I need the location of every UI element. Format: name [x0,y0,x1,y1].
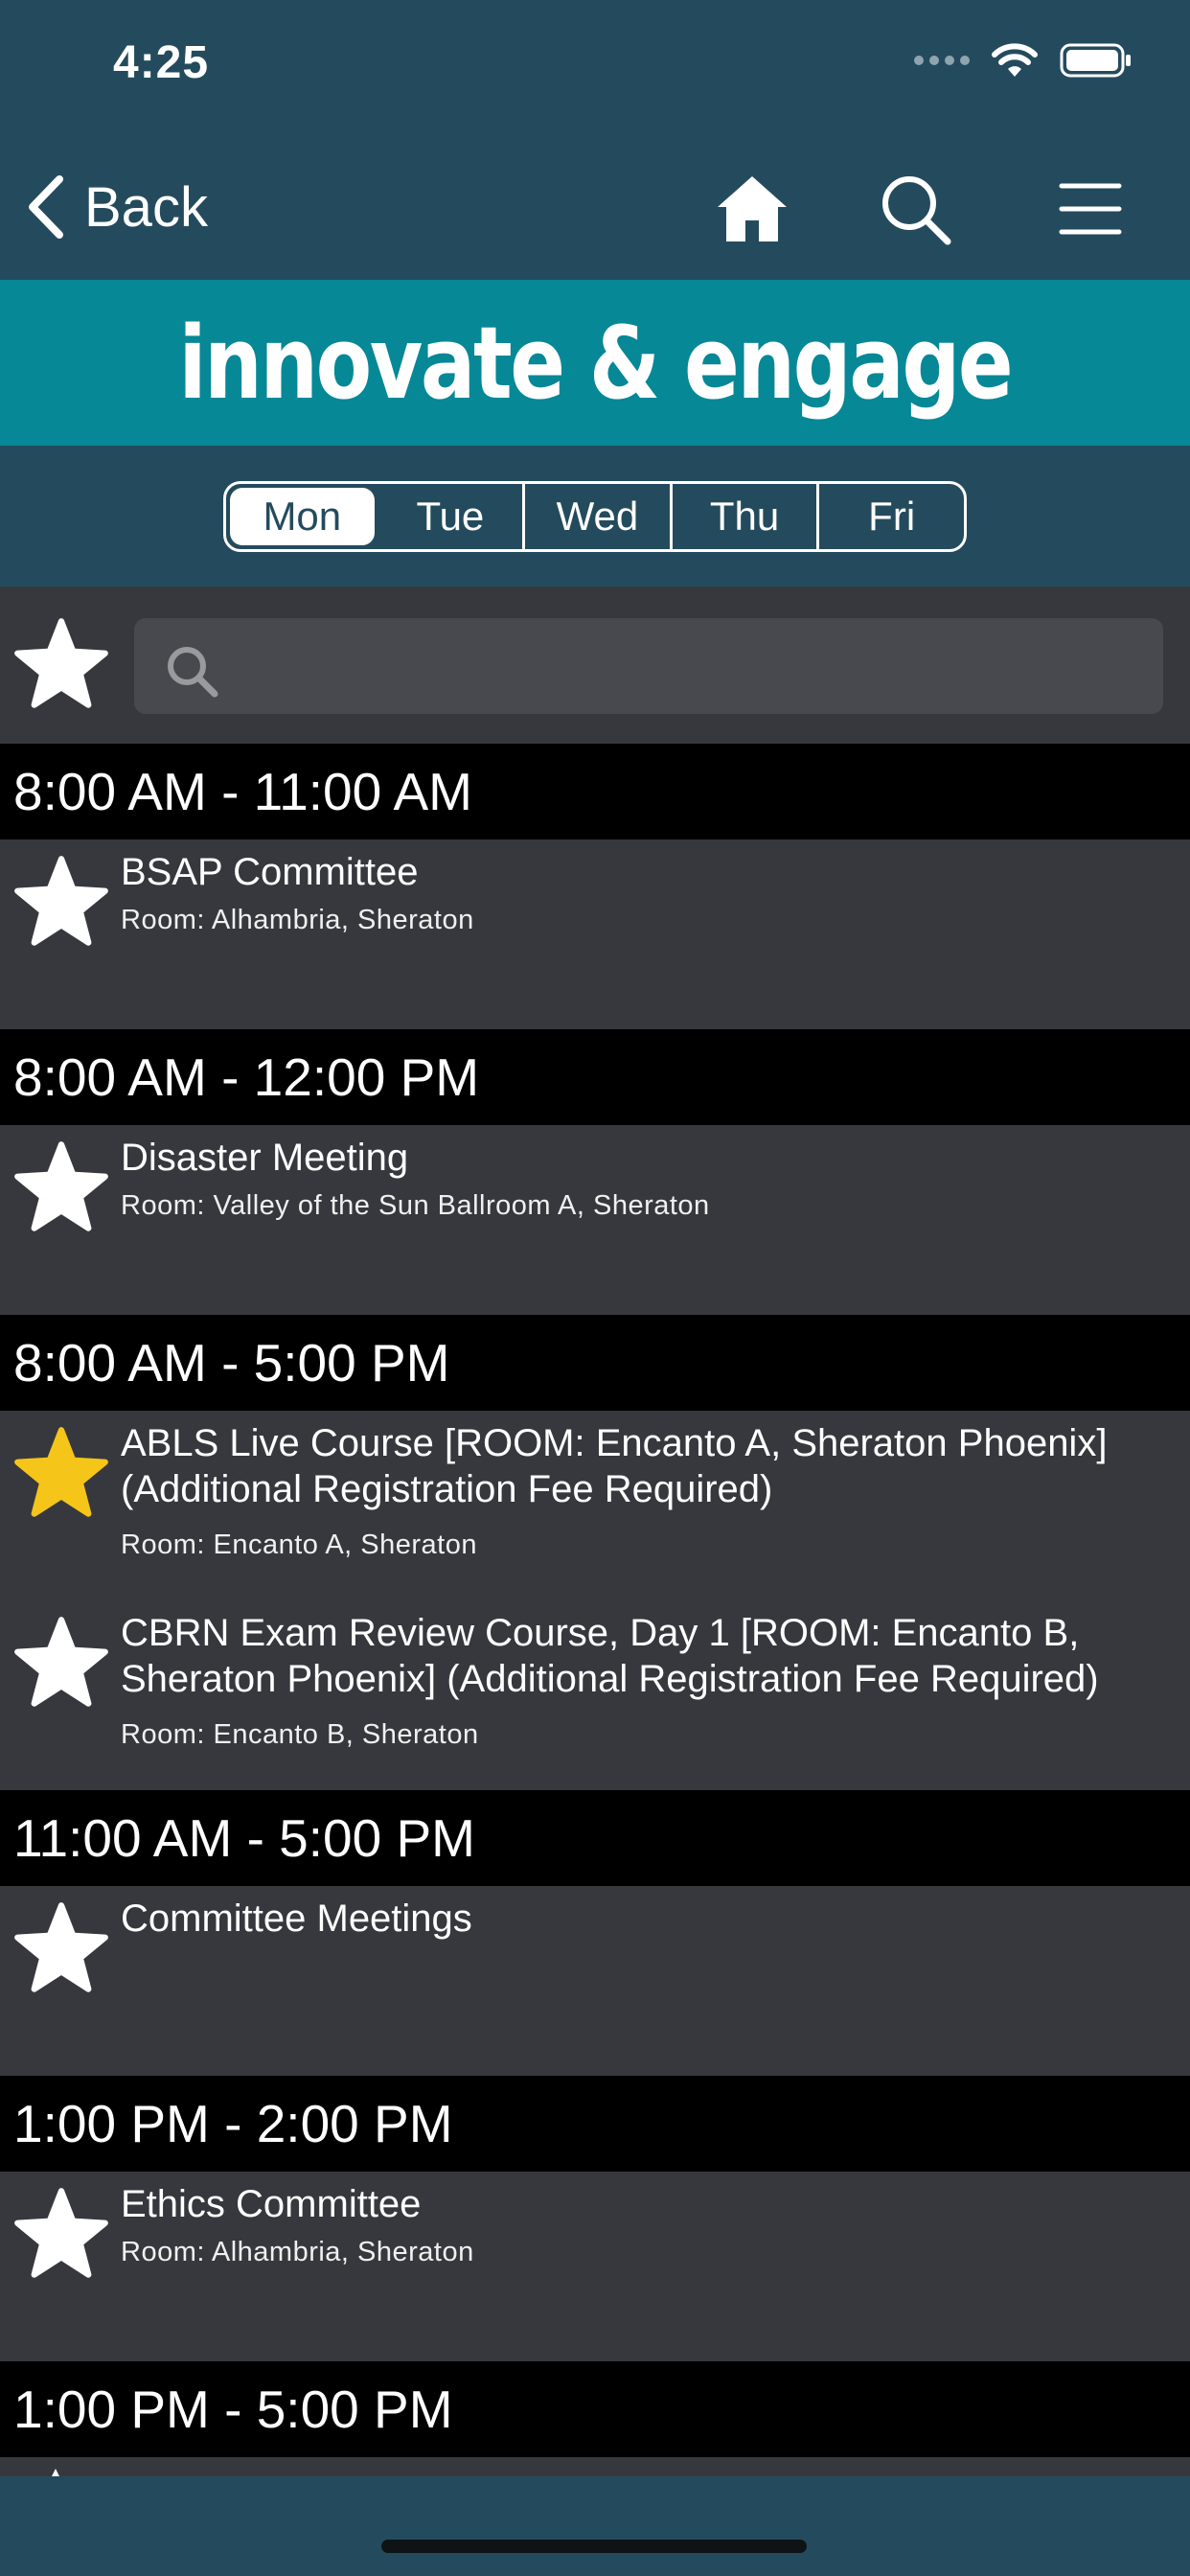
session-title: Disaster Meeting [121,1137,409,1179]
time-slot-header: 8:00 AM - 12:00 PM [0,1029,1190,1125]
star-icon-favorited[interactable] [11,1424,111,1524]
home-indicator-area [0,2476,1190,2576]
star-icon[interactable] [11,853,111,953]
star-icon[interactable] [11,1138,111,1238]
home-icon[interactable] [714,171,790,247]
navigation-bar: Back [0,134,1190,280]
home-indicator[interactable] [381,2540,807,2553]
time-slot-header: 11:00 AM - 5:00 PM [0,1790,1190,1886]
search-field-icon [168,647,218,698]
session-title: Committee Meetings [121,1898,472,1940]
time-slot-header: 1:00 PM - 2:00 PM [0,2076,1190,2172]
event-banner: innovate & engage [0,280,1190,446]
session-room: Room: Alhambria, Sheraton [121,2237,474,2267]
session-item[interactable]: Committee Meetings [0,1886,1190,2076]
time-slot-header: 8:00 AM - 5:00 PM [0,1315,1190,1411]
battery-icon [1060,43,1131,78]
status-bar: 4:25 [0,0,1190,134]
status-icons [914,42,1133,79]
search-row [0,586,1190,744]
session-title: BSAP Committee [121,851,419,893]
session-room: Room: Valley of the Sun Ballroom A, Sher… [121,1190,710,1221]
day-tab-wed[interactable]: Wed [522,484,670,549]
back-label: Back [84,175,208,239]
session-title: ABLS Live Course [ROOM: Encanto A, Shera… [121,1422,1108,1510]
day-selector-bar: Mon Tue Wed Thu Fri [0,446,1190,586]
cellular-signal-icon [914,56,970,65]
session-room: Room: Encanto A, Sheraton [121,1530,477,1560]
time-slot-header: 1:00 PM - 5:00 PM [0,2361,1190,2457]
back-button[interactable]: Back [25,169,208,245]
session-item[interactable]: CBRN Exam Review Course, Day 1 [ROOM: En… [0,1600,1190,1790]
day-segmented-control: Mon Tue Wed Thu Fri [223,481,967,552]
day-tab-tue[interactable]: Tue [378,484,523,549]
day-tab-fri[interactable]: Fri [816,484,964,549]
menu-icon[interactable] [1052,171,1129,247]
star-icon[interactable] [11,1614,111,1714]
session-item[interactable]: BSAP Committee Room: Alhambria, Sheraton [0,840,1190,1029]
search-icon[interactable] [877,171,953,247]
session-room: Room: Encanto B, Sheraton [121,1719,479,1750]
time-slot-header: 8:00 AM - 11:00 AM [0,744,1190,840]
session-item[interactable]: Disaster Meeting Room: Valley of the Sun… [0,1125,1190,1315]
session-item[interactable]: ABLS Live Course [ROOM: Encanto A, Shera… [0,1411,1190,1600]
chevron-left-icon [29,175,63,239]
day-tab-mon[interactable]: Mon [230,488,375,545]
search-input[interactable] [134,618,1163,714]
session-title: Ethics Committee [121,2183,422,2225]
session-title: CBRN Exam Review Course, Day 1 [ROOM: En… [121,1612,1099,1700]
star-icon[interactable] [11,1899,111,1999]
session-item[interactable]: Ethics Committee Room: Alhambria, Sherat… [0,2172,1190,2361]
day-tab-thu[interactable]: Thu [669,484,817,549]
session-room: Room: Alhambria, Sheraton [121,905,474,935]
schedule-list: 8:00 AM - 11:00 AM BSAP Committee Room: … [0,744,1190,2457]
star-icon[interactable] [11,2185,111,2285]
banner-title: innovate & engage [178,304,1014,422]
wifi-icon [992,43,1038,77]
favorites-filter-star-icon[interactable] [11,615,111,715]
status-time: 4:25 [113,37,210,88]
